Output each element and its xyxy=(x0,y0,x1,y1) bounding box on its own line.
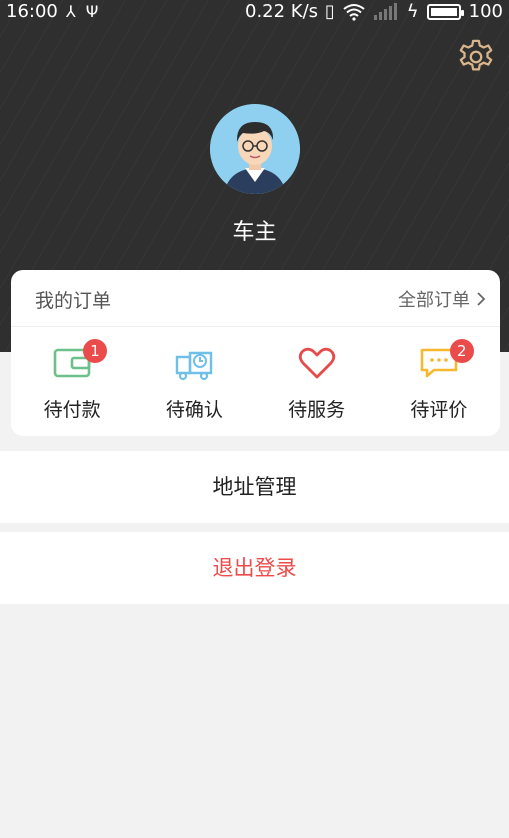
battery-level-fill xyxy=(430,8,457,16)
order-item-label: 待确认 xyxy=(165,399,223,421)
username: 车主 xyxy=(232,220,277,245)
avatar[interactable] xyxy=(210,104,300,194)
address-management-button[interactable]: 地址管理 xyxy=(0,451,509,523)
charging-icon: ϟ xyxy=(406,1,419,22)
avatar-illustration xyxy=(210,104,300,194)
vibrate-icon: ▯ xyxy=(324,1,335,22)
wifi-icon xyxy=(343,4,365,21)
order-item-pending-confirm[interactable]: 待确认 xyxy=(133,327,255,435)
heart-icon xyxy=(298,347,335,379)
network-speed: 0.22 K/s xyxy=(245,1,319,22)
hotspot-icon: ⅄ xyxy=(66,2,76,21)
all-orders-label: 全部订单 xyxy=(398,290,470,311)
chevron-right-icon xyxy=(477,292,486,306)
order-item-label: 待付款 xyxy=(43,399,101,421)
badge-pending-review: 2 xyxy=(449,339,474,363)
battery-percent: 100 xyxy=(468,1,503,22)
order-item-pending-service[interactable]: 待服务 xyxy=(256,327,378,435)
settings-gear-icon[interactable] xyxy=(457,38,495,76)
order-item-pending-payment[interactable]: 1 待付款 xyxy=(11,327,133,435)
order-item-pending-review[interactable]: 2 待评价 xyxy=(378,327,500,435)
logout-button[interactable]: 退出登录 xyxy=(0,532,509,604)
status-notification-icons: ⅄ Ψ xyxy=(66,0,98,24)
status-right-icons: ▯ ϟ 100 xyxy=(325,0,503,24)
orders-title: 我的订单 xyxy=(35,290,112,312)
order-item-label: 待评价 xyxy=(410,399,468,421)
status-time: 16:00 xyxy=(6,1,58,22)
my-orders-card: 我的订单 全部订单 1 待付款 待确认 待服务 2 待评价 xyxy=(11,270,500,436)
order-item-label: 待服务 xyxy=(288,399,346,421)
order-status-list: 1 待付款 待确认 待服务 2 待评价 xyxy=(11,327,500,435)
signal-icon xyxy=(373,3,397,20)
all-orders-link[interactable]: 全部订单 xyxy=(398,286,486,312)
orders-header: 我的订单 全部订单 xyxy=(11,270,500,327)
usb-icon: Ψ xyxy=(85,2,99,21)
battery-icon xyxy=(426,4,464,20)
truck-clock-icon xyxy=(176,351,213,381)
badge-pending-payment: 1 xyxy=(83,339,107,363)
status-bar: 16:00 ⅄ Ψ 0.22 K/s ▯ ϟ 100 xyxy=(0,0,509,24)
